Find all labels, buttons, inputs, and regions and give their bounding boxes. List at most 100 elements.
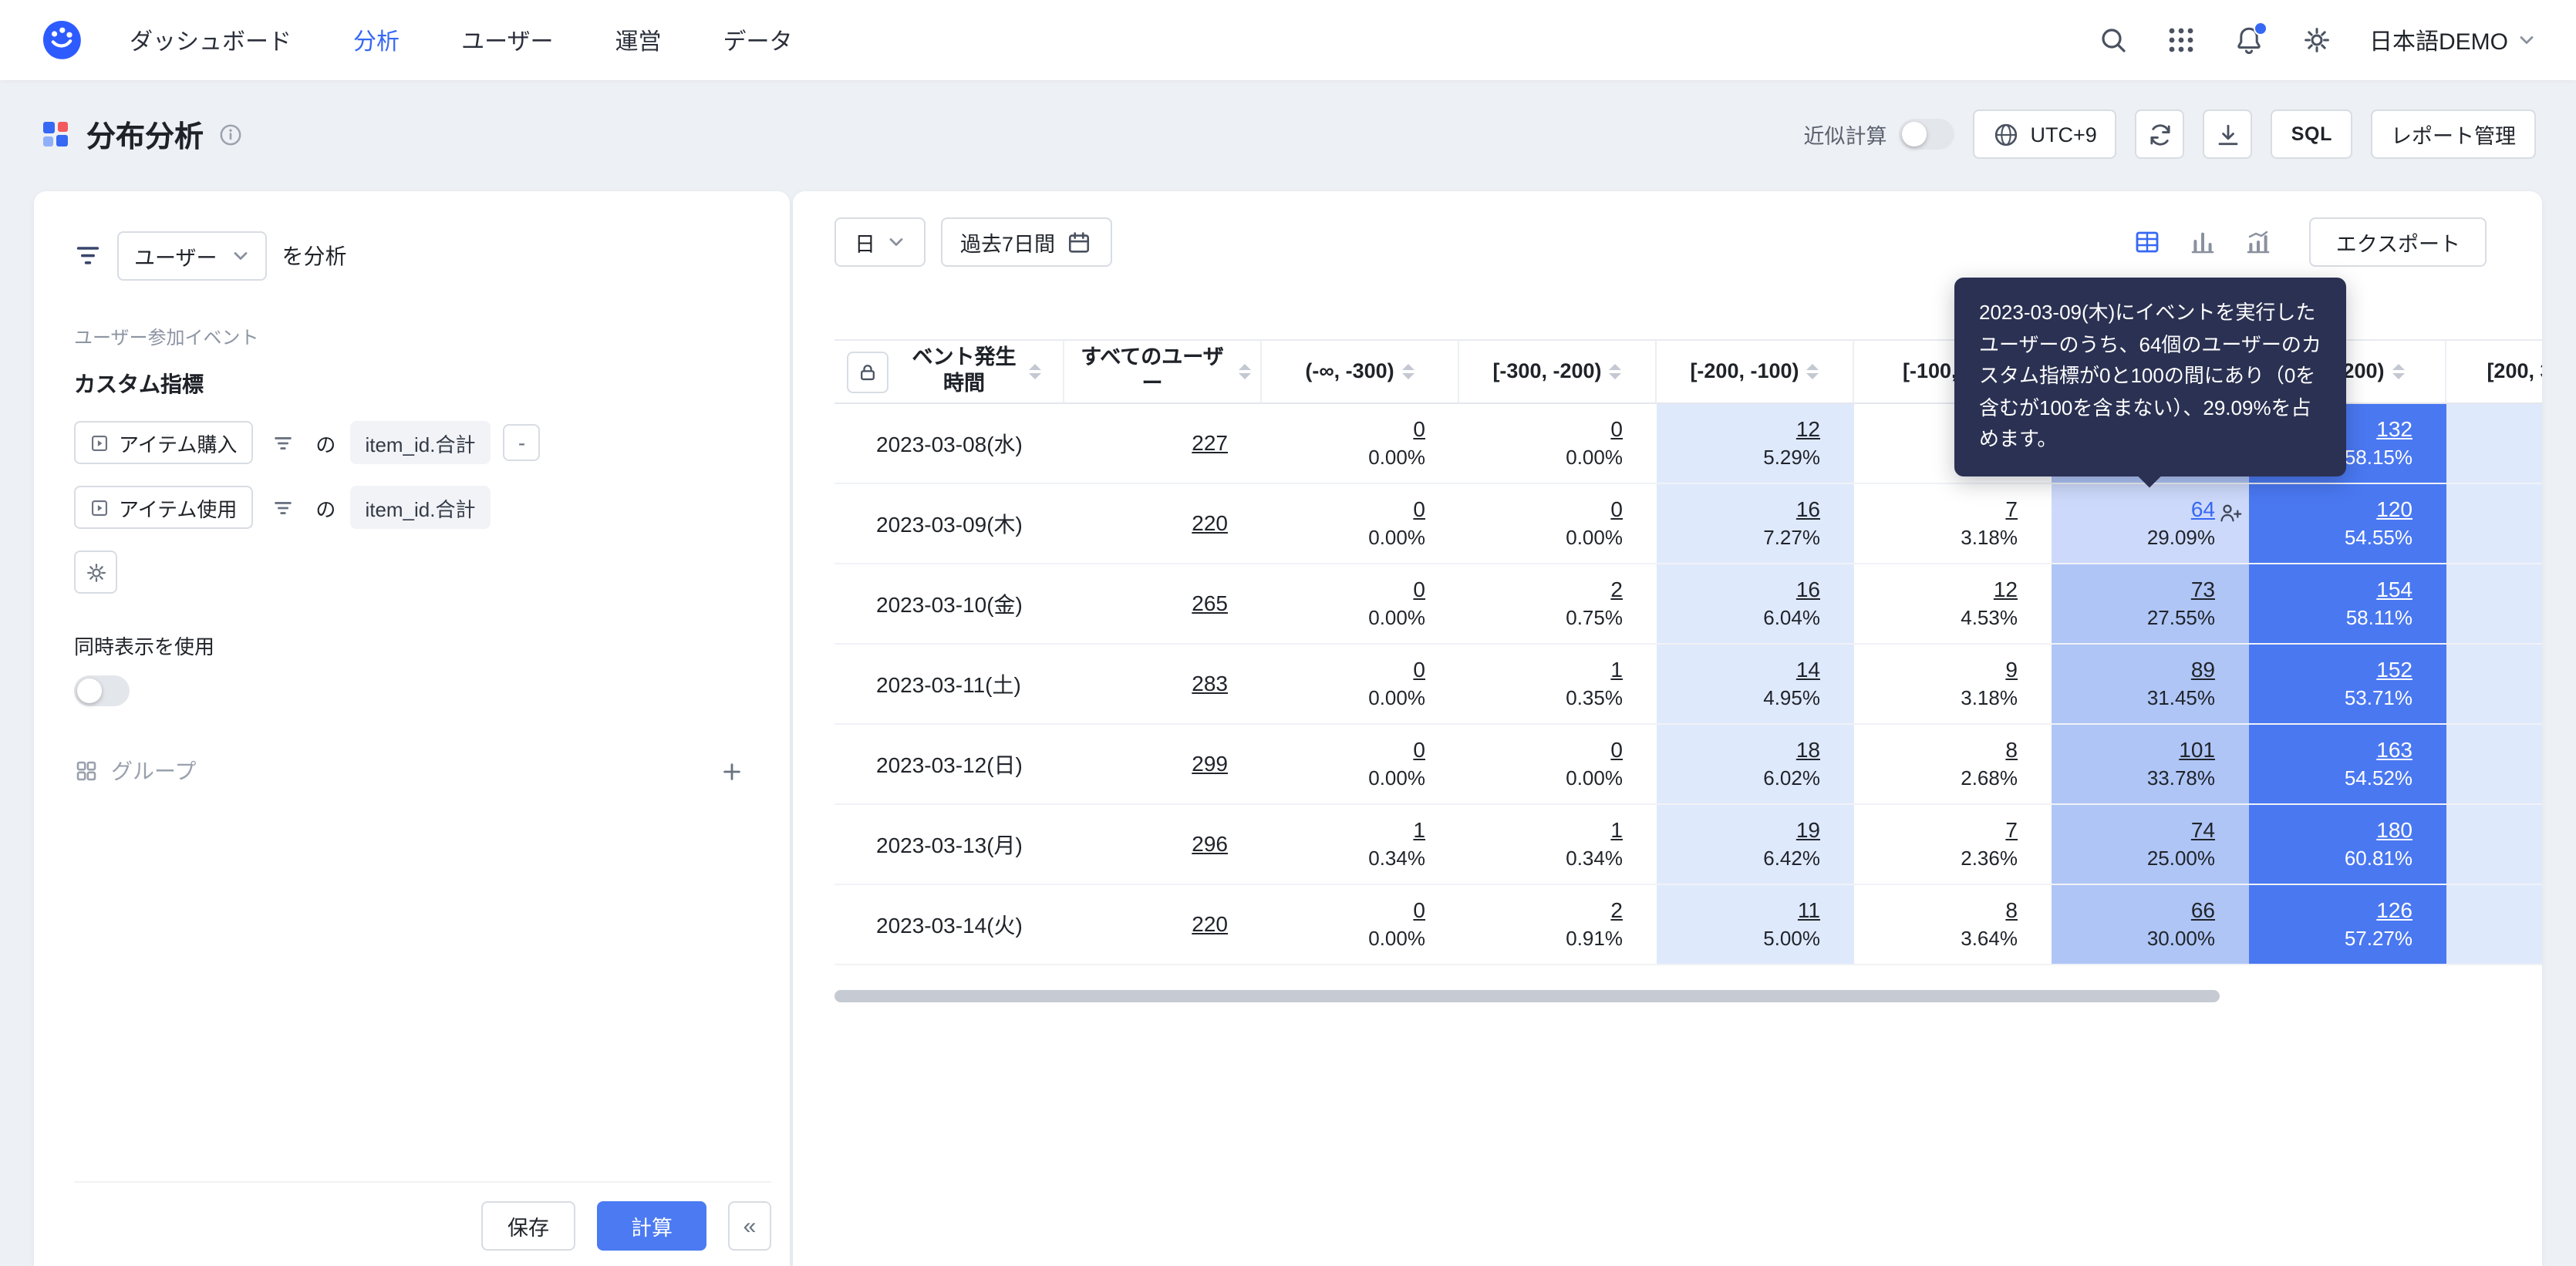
bucket-count-link[interactable]: 180 — [2376, 816, 2412, 845]
bucket-count-link[interactable]: 64 — [2191, 495, 2215, 524]
nav-item-dashboard[interactable]: ダッシュボード — [130, 24, 292, 56]
date-range-picker[interactable]: 過去7日間 — [940, 217, 1112, 267]
bucket-count-link[interactable]: 0 — [1610, 415, 1623, 444]
total-users-link[interactable]: 265 — [1192, 589, 1228, 618]
filter-icon[interactable] — [265, 489, 302, 526]
nav-item-users[interactable]: ユーザー — [461, 24, 553, 56]
bucket-count-link[interactable]: 0 — [1413, 575, 1425, 604]
bucket-count-link[interactable]: 0 — [1413, 495, 1425, 524]
column-header-bucket[interactable]: [200, 300) — [2446, 339, 2542, 404]
search-icon[interactable] — [2098, 25, 2129, 56]
save-button[interactable]: 保存 — [481, 1201, 575, 1251]
trend-chart-view-icon[interactable] — [2236, 219, 2282, 265]
bucket-count-link[interactable]: 7 — [2005, 495, 2018, 524]
bucket-count-link[interactable]: 16 — [1796, 495, 1820, 524]
bucket-count-link[interactable]: 0 — [1610, 736, 1623, 765]
bar-chart-view-icon[interactable] — [2180, 219, 2227, 265]
column-header-total-users[interactable]: すべてのユーザー — [1064, 339, 1262, 404]
event-chip[interactable]: アイテム使用 — [74, 486, 252, 529]
bucket-count-link[interactable]: 2 — [1610, 896, 1623, 925]
bucket-count-link[interactable]: 73 — [2191, 575, 2215, 604]
bucket-count-link[interactable]: 1 — [1610, 655, 1623, 685]
export-button[interactable]: エクスポート — [2310, 217, 2487, 267]
total-users-link[interactable]: 220 — [1192, 910, 1228, 939]
bucket-count-link[interactable]: 101 — [2179, 736, 2215, 765]
bucket-count-link[interactable]: 16 — [1796, 575, 1820, 604]
bucket-count-link[interactable]: 152 — [2376, 655, 2412, 685]
bucket-count-link[interactable]: 1 — [1413, 816, 1425, 845]
table-view-icon[interactable] — [2125, 219, 2171, 265]
bucket-count-link[interactable]: 7 — [2005, 816, 2018, 845]
bucket-count-link[interactable]: 120 — [2376, 495, 2412, 524]
bucket-count-link[interactable]: 0 — [1413, 415, 1425, 444]
create-user-group-icon[interactable] — [2218, 503, 2243, 523]
nav-item-data[interactable]: データ — [723, 24, 793, 56]
bucket-count-link[interactable]: 154 — [2376, 575, 2412, 604]
granularity-dropdown[interactable]: 日 — [835, 217, 925, 267]
collapse-panel-button[interactable]: « — [728, 1201, 771, 1251]
total-users-link[interactable]: 227 — [1192, 429, 1228, 458]
bucket-count-link[interactable]: 0 — [1413, 896, 1425, 925]
simultaneous-display-toggle[interactable] — [74, 675, 130, 706]
total-users-link[interactable]: 296 — [1192, 830, 1228, 859]
bucket-count-link[interactable]: 0 — [1610, 495, 1623, 524]
bucket-count-link[interactable]: 18 — [1796, 736, 1820, 765]
sql-button[interactable]: SQL — [2271, 109, 2352, 159]
bucket-cell: 93.18% — [1854, 645, 2052, 725]
column-header-bucket[interactable]: [-300, -200) — [1459, 339, 1657, 404]
sort-icon — [2392, 364, 2405, 379]
bucket-count-link[interactable]: 2 — [1610, 575, 1623, 604]
refresh-button[interactable] — [2136, 109, 2185, 159]
aggregation-chip[interactable]: item_id.合計 — [349, 421, 491, 464]
column-header-event-time[interactable]: ベント発生時間 — [835, 339, 1064, 404]
add-group-icon[interactable] — [713, 753, 750, 790]
approx-calc-toggle[interactable] — [1900, 119, 1955, 150]
bucket-count-link[interactable]: 89 — [2191, 655, 2215, 685]
total-users-link[interactable]: 299 — [1192, 749, 1228, 779]
bucket-percent: 3.18% — [1961, 524, 2018, 552]
bucket-count-link[interactable]: 1 — [1610, 816, 1623, 845]
filter-icon[interactable] — [265, 424, 302, 461]
bucket-count-link[interactable]: 14 — [1796, 655, 1820, 685]
calculate-button[interactable]: 計算 — [597, 1201, 706, 1251]
metric-settings-gear-icon[interactable] — [74, 551, 117, 594]
bucket-count-link[interactable]: 12 — [1994, 575, 2018, 604]
nav-item-operations[interactable]: 運営 — [615, 24, 661, 56]
bucket-count-link[interactable]: 8 — [2005, 736, 2018, 765]
brand-logo[interactable] — [40, 19, 83, 62]
bucket-count-link[interactable]: 8 — [2005, 896, 2018, 925]
notifications-bell-icon[interactable] — [2234, 25, 2264, 56]
subject-dropdown[interactable]: ユーザー — [117, 231, 266, 281]
bucket-percent: 0.00% — [1368, 765, 1425, 793]
info-icon[interactable] — [219, 123, 242, 146]
account-menu[interactable]: 日本語DEMO — [2369, 24, 2536, 56]
aggregation-chip[interactable]: item_id.合計 — [349, 486, 491, 529]
report-management-button[interactable]: レポート管理 — [2371, 109, 2536, 159]
bucket-count-link[interactable]: 0 — [1413, 736, 1425, 765]
column-header-bucket[interactable]: [-200, -100) — [1657, 339, 1854, 404]
total-users-cell: 227 — [1064, 404, 1262, 484]
download-button[interactable] — [2203, 109, 2253, 159]
bucket-count-link[interactable]: 74 — [2191, 816, 2215, 845]
remove-event-button[interactable]: - — [504, 424, 541, 461]
bucket-count-link[interactable]: 126 — [2376, 896, 2412, 925]
total-users-cell: 220 — [1064, 885, 1262, 965]
lock-column-icon[interactable] — [847, 351, 888, 392]
bucket-count-link[interactable]: 9 — [2005, 655, 2018, 685]
nav-item-analysis[interactable]: 分析 — [353, 24, 400, 56]
bucket-count-link[interactable]: 11 — [1798, 896, 1820, 925]
column-header-bucket[interactable]: (-∞, -300) — [1262, 339, 1459, 404]
bucket-count-link[interactable]: 132 — [2376, 415, 2412, 444]
apps-grid-icon[interactable] — [2166, 25, 2197, 56]
total-users-link[interactable]: 283 — [1192, 669, 1228, 699]
bucket-count-link[interactable]: 163 — [2376, 736, 2412, 765]
bucket-count-link[interactable]: 12 — [1796, 415, 1820, 444]
timezone-button[interactable]: UTC+9 — [1974, 109, 2117, 159]
bucket-count-link[interactable]: 66 — [2191, 896, 2215, 925]
bucket-count-link[interactable]: 19 — [1796, 816, 1820, 845]
event-chip[interactable]: アイテム購入 — [74, 421, 252, 464]
horizontal-scrollbar[interactable] — [835, 990, 2220, 1002]
bucket-count-link[interactable]: 0 — [1413, 655, 1425, 685]
settings-gear-icon[interactable] — [2301, 25, 2332, 56]
total-users-link[interactable]: 220 — [1192, 509, 1228, 538]
